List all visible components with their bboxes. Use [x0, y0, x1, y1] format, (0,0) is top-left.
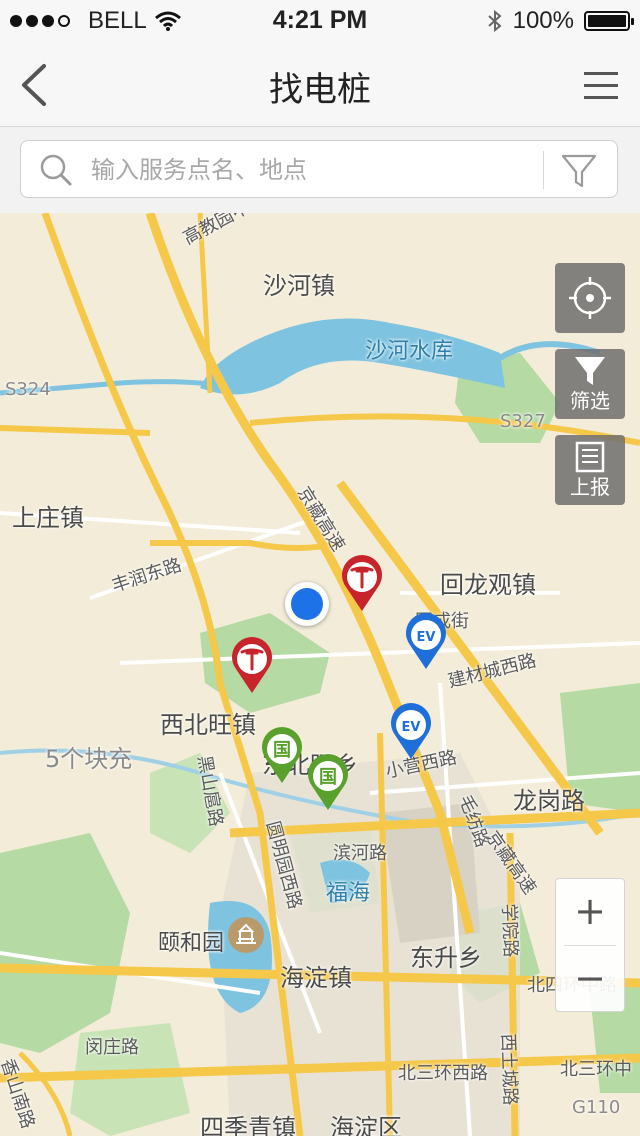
- navigation-bar: 找电桩: [0, 40, 640, 127]
- map-label-xibeiwang: 西北旺镇: [160, 711, 256, 739]
- locate-crosshair-icon: [569, 277, 611, 319]
- search-input[interactable]: [89, 149, 533, 191]
- locate-me-button[interactable]: [555, 263, 625, 333]
- map-label-huilongguan: 回龙观镇: [440, 571, 536, 599]
- report-button[interactable]: 上报: [555, 435, 625, 505]
- filter-funnel-icon[interactable]: [559, 151, 599, 191]
- search-divider: [543, 151, 544, 189]
- current-location-marker: [285, 582, 329, 626]
- search-box: [20, 140, 618, 198]
- map-label-s327: S327: [500, 411, 546, 432]
- map-filter-button[interactable]: 筛选: [555, 349, 625, 419]
- map-label-shahe-reservoir: 沙河水库: [365, 339, 454, 364]
- funnel-icon: [575, 357, 605, 385]
- map-label-haidian-town: 海淀镇: [280, 964, 352, 992]
- svg-text:国: 国: [273, 740, 291, 761]
- ev-charger-pin[interactable]: EV: [389, 703, 433, 761]
- map-label-yiheyuan: 颐和园: [158, 931, 225, 956]
- map-label-shahe-town: 沙河镇: [263, 272, 335, 300]
- battery-percent: 100%: [512, 7, 574, 34]
- bluetooth-icon: [487, 9, 502, 33]
- search-bar-container: [0, 127, 640, 213]
- map-base-layer: [0, 213, 640, 1136]
- svg-text:EV: EV: [402, 720, 421, 735]
- map-label-beisanhuan-middle: 北三环中: [560, 1059, 632, 1080]
- search-icon: [40, 154, 72, 186]
- svg-text:EV: EV: [417, 630, 436, 645]
- map-label-dongsheng: 东升乡: [410, 944, 482, 972]
- map-label-shangzhuang: 上庄镇: [12, 504, 84, 532]
- zoom-out-button[interactable]: −: [556, 946, 624, 1012]
- map-label-sijiqing: 四季青镇: [200, 1114, 296, 1136]
- map-label-s324: S324: [5, 379, 51, 400]
- map-label-longgang: 龙岗路: [513, 787, 585, 815]
- menu-icon[interactable]: [582, 66, 622, 106]
- map-filter-label: 筛选: [570, 389, 610, 413]
- ev-charger-pin[interactable]: EV: [404, 613, 448, 671]
- map-label-fuhai: 福海: [326, 881, 371, 906]
- map-view[interactable]: 高教园中街 沙河镇 沙河水库 S324 S327 上庄镇 丰润东路 京藏高速 回…: [0, 213, 640, 1136]
- state-grid-charger-pin[interactable]: 国: [260, 727, 304, 785]
- tesla-charger-pin[interactable]: [230, 637, 274, 695]
- zoom-in-button[interactable]: +: [556, 879, 624, 945]
- map-label-5-kuaichong: 5个块充: [45, 745, 133, 773]
- svg-text:国: 国: [319, 767, 337, 788]
- map-label-g110: G110: [572, 1097, 621, 1118]
- zoom-control: + −: [555, 878, 625, 1012]
- battery-icon: [584, 11, 634, 31]
- park-poi-icon: [228, 917, 264, 953]
- report-document-icon: [575, 441, 605, 473]
- map-label-beisanhuan-west: 北三环西路: [398, 1063, 488, 1084]
- map-label-minzhuang: 闵庄路: [85, 1037, 139, 1058]
- page-title: 找电桩: [269, 70, 371, 110]
- map-label-haidian-district: 海淀区: [330, 1114, 402, 1136]
- map-label-xishangcheng: 西土城路: [497, 1033, 521, 1106]
- map-label-binhe: 滨河路: [333, 843, 387, 864]
- state-grid-charger-pin[interactable]: 国: [306, 754, 350, 812]
- report-label: 上报: [570, 475, 610, 499]
- map-label-xueyuan: 学院路: [498, 903, 521, 958]
- status-bar: BELL 4:21 PM 100%: [0, 0, 640, 40]
- tesla-charger-pin[interactable]: [340, 555, 384, 613]
- status-bar-right: 100%: [487, 7, 634, 35]
